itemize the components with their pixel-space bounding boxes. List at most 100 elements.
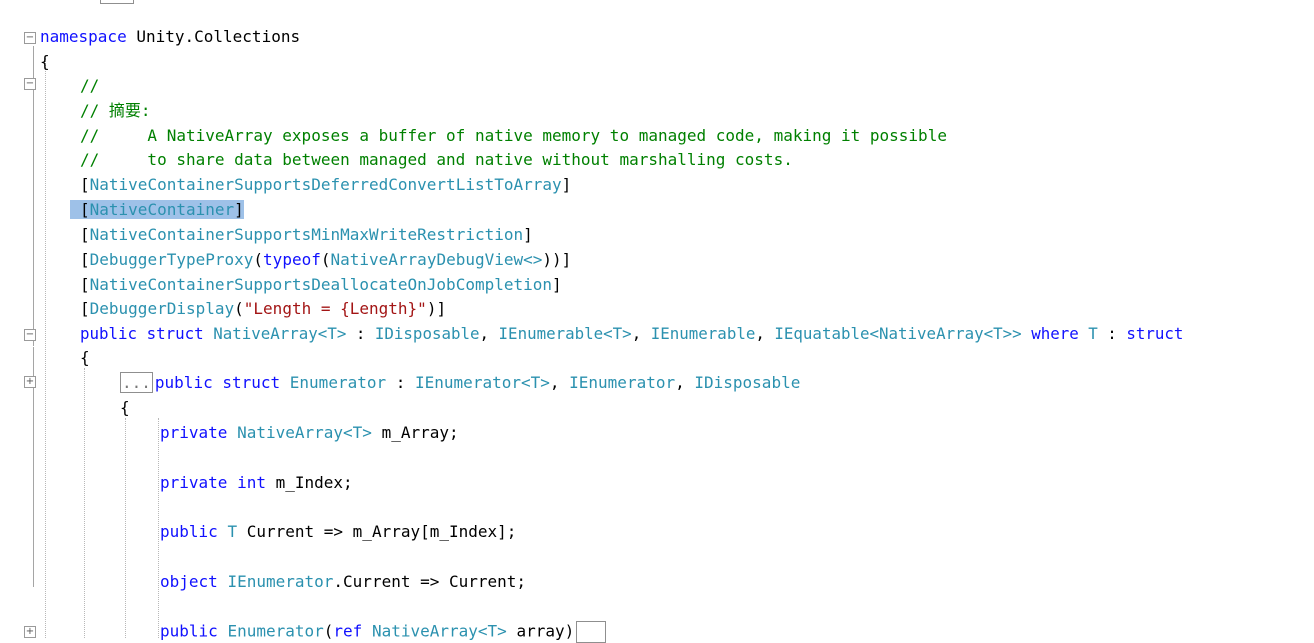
- attribute-name: DebuggerDisplay: [89, 299, 235, 318]
- namespace-name: Unity.Collections: [126, 27, 301, 46]
- paren: (: [253, 250, 264, 269]
- punct: :: [386, 373, 416, 392]
- property-line: object IEnumerator.Current => Current;: [160, 572, 526, 592]
- type-name: NativeArray<T>: [237, 423, 372, 442]
- type-name: Enumerator: [289, 373, 387, 392]
- bracket: ]: [523, 225, 533, 244]
- type-name: NativeArrayDebugView<>: [330, 250, 543, 269]
- type-name: IEnumerator: [569, 373, 676, 392]
- keyword: typeof: [263, 250, 321, 269]
- collapse-icon[interactable]: −: [24, 78, 36, 90]
- property-line: public T Current => m_Array[m_Index];: [160, 522, 516, 542]
- property-body: .Current => Current;: [333, 572, 527, 591]
- keyword: public: [154, 373, 213, 392]
- comment-line: //: [80, 76, 100, 95]
- code-line: {: [40, 52, 50, 71]
- nested-struct-line: ... public struct Enumerator : IEnumerato…: [120, 372, 801, 393]
- indent-guide: [45, 58, 46, 638]
- field-name: m_Array;: [371, 423, 459, 442]
- attribute-line: [NativeContainerSupportsDeferredConvertL…: [80, 175, 571, 195]
- keyword: where: [1031, 324, 1079, 343]
- bracket: [: [80, 225, 90, 244]
- attribute-name: NativeContainerSupportsDeferredConvertLi…: [89, 175, 562, 194]
- bracket: ]: [552, 275, 562, 294]
- type-name: IEnumerator<T>: [415, 373, 550, 392]
- type-name: T: [1088, 324, 1098, 343]
- bracket: [: [80, 250, 90, 269]
- bracket: ))]: [542, 250, 572, 269]
- paren: (: [234, 299, 244, 318]
- type-name: IEquatable<NativeArray<T>>: [774, 324, 1022, 343]
- punct: ,: [549, 373, 570, 392]
- constructor-line: public Enumerator(ref NativeArray<T> arr…: [160, 621, 607, 643]
- comment-colon: :: [140, 101, 151, 120]
- comment-line: // A NativeArray exposes a buffer of nat…: [80, 126, 947, 145]
- keyword: object: [160, 572, 218, 591]
- struct-declaration-line: public struct NativeArray<T> : IDisposab…: [80, 324, 1183, 344]
- property-body: Current => m_Array[m_Index];: [237, 522, 517, 541]
- punct: ,: [479, 324, 499, 343]
- bracket: )]: [426, 299, 447, 318]
- punct: ,: [631, 324, 651, 343]
- attribute-line: [NativeContainerSupportsDeallocateOnJobC…: [80, 275, 562, 295]
- type-name: IEnumerator: [227, 572, 334, 591]
- comment-line: // to share data between managed and nat…: [80, 150, 793, 169]
- type-name: IEnumerable: [650, 324, 756, 343]
- type-name: T: [227, 522, 238, 541]
- attribute-line: [NativeContainerSupportsMinMaxWriteRestr…: [80, 225, 533, 245]
- type-name: NativeArray<T>: [213, 324, 347, 343]
- expand-icon[interactable]: +: [24, 376, 36, 388]
- field-line: private int m_Index;: [160, 473, 353, 493]
- string-literal: "Length = {Length}": [243, 299, 427, 318]
- field-name: m_Index;: [265, 473, 353, 492]
- comment-summary-line: // 摘要:: [80, 101, 151, 121]
- indent-guide: [158, 418, 159, 638]
- keyword: struct: [146, 324, 204, 343]
- comment-slashes: //: [80, 101, 109, 120]
- collapsed-region[interactable]: ...: [120, 372, 153, 393]
- attribute-line: [NativeContainer]: [70, 200, 244, 220]
- attribute-line: [DebuggerTypeProxy(typeof(NativeArrayDeb…: [80, 250, 571, 270]
- code-line: {: [120, 398, 130, 417]
- keyword: int: [237, 473, 266, 492]
- attribute-name: NativeContainerSupportsDeallocateOnJobCo…: [89, 275, 553, 294]
- bracket: [: [80, 275, 90, 294]
- collapse-icon[interactable]: −: [24, 32, 36, 44]
- type-name: IDisposable: [374, 324, 480, 343]
- attribute-name: NativeContainerSupportsMinMaxWriteRestri…: [89, 225, 524, 244]
- selected-text[interactable]: [NativeContainer]: [70, 200, 244, 219]
- keyword: private: [160, 423, 228, 442]
- punct: :: [1097, 324, 1127, 343]
- collapsed-body-box[interactable]: [576, 621, 607, 643]
- code-editor[interactable]: − − − + + namespace Unity.Collections { …: [0, 0, 1314, 643]
- keyword: private: [160, 473, 228, 492]
- type-name: IDisposable: [694, 373, 801, 392]
- bracket: [: [80, 175, 90, 194]
- keyword: struct: [222, 373, 281, 392]
- expand-icon[interactable]: +: [24, 626, 36, 638]
- type-name: IEnumerable<T>: [498, 324, 632, 343]
- code-line: namespace Unity.Collections: [40, 27, 300, 47]
- keyword: public: [80, 324, 138, 343]
- bracket: [: [80, 200, 90, 219]
- keyword: namespace: [40, 27, 127, 46]
- bracket: ]: [561, 175, 572, 194]
- indent-guide: [84, 368, 85, 638]
- punct: ,: [675, 373, 695, 392]
- collapsed-region-box[interactable]: [100, 0, 134, 4]
- code-line: {: [80, 348, 90, 367]
- outline-line: [33, 46, 34, 346]
- punct: ,: [755, 324, 775, 343]
- bracket: ]: [234, 200, 244, 219]
- attribute-name: DebuggerTypeProxy: [89, 250, 254, 269]
- collapse-icon[interactable]: −: [24, 329, 36, 341]
- keyword: public: [160, 522, 218, 541]
- keyword: struct: [1126, 324, 1184, 343]
- field-line: private NativeArray<T> m_Array;: [160, 423, 459, 443]
- punct: :: [346, 324, 375, 343]
- attribute-name: NativeContainer: [89, 200, 235, 219]
- indent-guide: [125, 418, 126, 638]
- attribute-line: [DebuggerDisplay("Length = {Length}")]: [80, 299, 446, 319]
- summary-label: 摘要: [108, 101, 141, 120]
- bracket: [: [80, 299, 90, 318]
